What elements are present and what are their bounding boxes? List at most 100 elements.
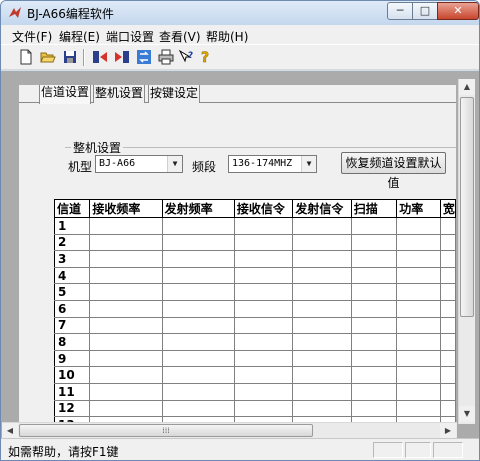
menu-file[interactable]: 文件(F) — [12, 28, 52, 45]
scroll-left-icon[interactable]: ◀ — [2, 423, 18, 439]
table-cell[interactable] — [350, 233, 398, 252]
table-cell[interactable] — [233, 366, 294, 384]
table-cell[interactable] — [439, 250, 456, 268]
table-cell[interactable] — [396, 366, 441, 384]
channel-number[interactable]: 11 — [53, 382, 91, 401]
channel-number[interactable]: 7 — [53, 316, 91, 335]
read-radio-icon[interactable] — [91, 48, 109, 66]
minimize-button[interactable]: ─ — [387, 2, 413, 20]
table-cell[interactable] — [396, 217, 441, 235]
menu-program[interactable]: 编程(E) — [59, 28, 100, 45]
column-header[interactable]: 信道 — [53, 199, 91, 218]
table-row[interactable]: 6 — [53, 299, 456, 318]
table-cell[interactable] — [89, 399, 163, 418]
channel-number[interactable]: 6 — [53, 299, 91, 318]
channel-number[interactable]: 12 — [53, 399, 91, 418]
scroll-up-icon[interactable]: ▲ — [459, 79, 475, 95]
table-cell[interactable] — [161, 316, 235, 335]
new-icon[interactable] — [17, 48, 35, 66]
table-cell[interactable] — [233, 316, 294, 335]
table-cell[interactable] — [89, 250, 163, 268]
exchange-icon[interactable] — [135, 48, 153, 66]
table-cell[interactable] — [161, 283, 235, 301]
vertical-scrollbar[interactable]: ▲ ▼ — [458, 79, 475, 424]
close-button[interactable]: ✕ — [437, 2, 479, 20]
table-row[interactable]: 1 — [53, 217, 456, 235]
table-row[interactable]: 8 — [53, 333, 456, 351]
table-cell[interactable] — [292, 250, 352, 268]
table-cell[interactable] — [292, 399, 352, 418]
table-row[interactable]: 5 — [53, 283, 456, 301]
table-cell[interactable] — [89, 217, 163, 235]
table-row[interactable]: 11 — [53, 382, 456, 401]
maximize-button[interactable]: □ — [412, 2, 438, 20]
model-select[interactable]: BJ-A66 ▼ — [95, 155, 183, 173]
table-row[interactable]: 2 — [53, 233, 456, 252]
table-cell[interactable] — [233, 217, 294, 235]
table-cell[interactable] — [292, 333, 352, 351]
table-cell[interactable] — [396, 250, 441, 268]
table-cell[interactable] — [89, 233, 163, 252]
table-cell[interactable] — [233, 299, 294, 318]
table-cell[interactable] — [161, 233, 235, 252]
table-cell[interactable] — [292, 217, 352, 235]
table-row[interactable]: 3 — [53, 250, 456, 268]
table-cell[interactable] — [161, 266, 235, 285]
print-icon[interactable] — [157, 48, 175, 66]
table-row[interactable]: 10 — [53, 366, 456, 384]
column-header[interactable]: 宽 — [439, 199, 456, 218]
table-cell[interactable] — [89, 349, 163, 368]
title-bar[interactable]: BJ-A66编程软件 ─ □ ✕ — [1, 1, 479, 25]
table-row[interactable]: 7 — [53, 316, 456, 335]
table-cell[interactable] — [292, 233, 352, 252]
table-cell[interactable] — [350, 250, 398, 268]
table-cell[interactable] — [292, 299, 352, 318]
column-header[interactable]: 接收信令 — [233, 199, 294, 218]
table-cell[interactable] — [161, 382, 235, 401]
channel-number[interactable]: 9 — [53, 349, 91, 368]
table-cell[interactable] — [350, 283, 398, 301]
table-cell[interactable] — [89, 299, 163, 318]
channel-number[interactable]: 5 — [53, 283, 91, 301]
band-select[interactable]: 136-174MHZ ▼ — [228, 155, 317, 173]
table-cell[interactable] — [439, 366, 456, 384]
horizontal-scrollbar[interactable]: ◀ ⁞⁞⁞ ▶ — [2, 422, 457, 439]
vertical-scroll-thumb[interactable] — [460, 97, 474, 317]
tab-key-settings[interactable]: 按键设定 — [148, 85, 200, 103]
table-cell[interactable] — [350, 217, 398, 235]
horizontal-scroll-thumb[interactable]: ⁞⁞⁞ — [19, 424, 313, 437]
table-cell[interactable] — [89, 266, 163, 285]
chevron-down-icon[interactable]: ▼ — [167, 156, 182, 172]
channel-number[interactable]: 3 — [53, 250, 91, 268]
menu-port-settings[interactable]: 端口设置 — [106, 28, 154, 45]
save-icon[interactable] — [61, 48, 79, 66]
column-header[interactable]: 发射频率 — [161, 199, 235, 218]
table-cell[interactable] — [233, 266, 294, 285]
table-cell[interactable] — [292, 283, 352, 301]
table-cell[interactable] — [396, 283, 441, 301]
table-cell[interactable] — [396, 233, 441, 252]
table-cell[interactable] — [350, 266, 398, 285]
table-cell[interactable] — [396, 349, 441, 368]
table-cell[interactable] — [439, 382, 456, 401]
table-cell[interactable] — [233, 333, 294, 351]
restore-defaults-button[interactable]: 恢复频道设置默认值 — [341, 152, 446, 190]
column-header[interactable]: 功率 — [396, 199, 441, 218]
table-cell[interactable] — [350, 349, 398, 368]
open-icon[interactable] — [39, 48, 57, 66]
table-cell[interactable] — [161, 349, 235, 368]
column-header[interactable]: 扫描 — [350, 199, 398, 218]
tab-channel-settings[interactable]: 信道设置 — [39, 85, 91, 104]
table-cell[interactable] — [396, 299, 441, 318]
channel-number[interactable]: 10 — [53, 366, 91, 384]
table-cell[interactable] — [89, 333, 163, 351]
table-cell[interactable] — [161, 366, 235, 384]
table-cell[interactable] — [350, 299, 398, 318]
table-cell[interactable] — [439, 266, 456, 285]
table-cell[interactable] — [439, 399, 456, 418]
channel-number[interactable]: 1 — [53, 217, 91, 235]
help-icon[interactable]: ? — [197, 48, 215, 66]
table-row[interactable]: 9 — [53, 349, 456, 368]
table-cell[interactable] — [350, 382, 398, 401]
table-cell[interactable] — [396, 399, 441, 418]
